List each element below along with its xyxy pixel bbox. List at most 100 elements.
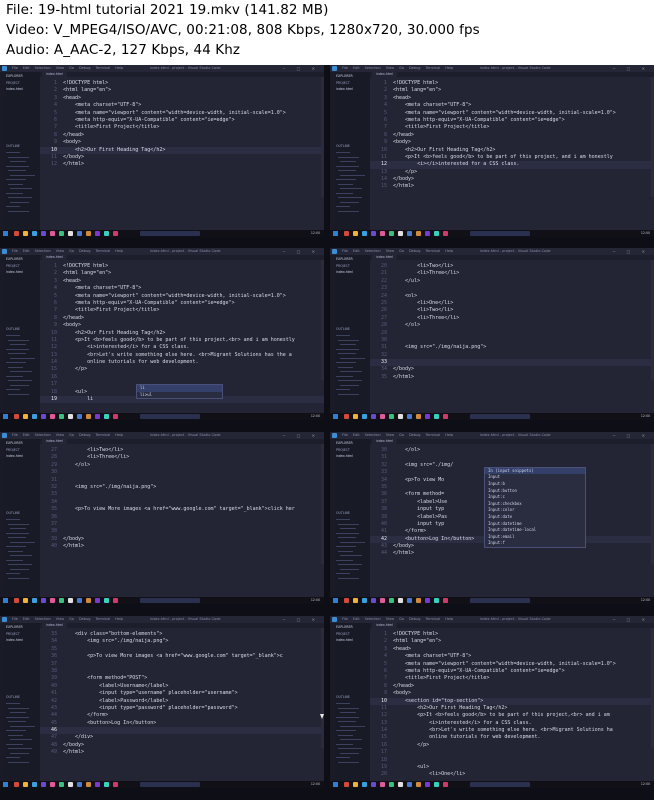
- taskbar-app-icon[interactable]: [77, 414, 82, 419]
- outline-entry[interactable]: [6, 757, 20, 759]
- code-line[interactable]: 40 <label>Username</label>: [40, 683, 324, 690]
- tab-index-html[interactable]: index.html: [42, 255, 67, 260]
- taskbar-app-icon[interactable]: [68, 782, 73, 787]
- outline-entry[interactable]: [6, 362, 26, 364]
- menu-item[interactable]: Go: [399, 433, 404, 437]
- outline-entry[interactable]: [8, 210, 29, 212]
- tab-index-html[interactable]: index.html: [372, 439, 397, 444]
- window-controls[interactable]: ─ □ ✕: [283, 433, 320, 438]
- code-area[interactable]: 33 <div class="bottom-elements"> 34 <img …: [40, 631, 324, 757]
- taskbar-app-icon[interactable]: [443, 231, 448, 236]
- outline-entry[interactable]: [6, 179, 26, 181]
- outline-heading[interactable]: OUTLINE: [336, 511, 350, 515]
- code-area[interactable]: 1 <!DOCTYPE html> 2 <html lang="en"> 3 <head>…: [40, 263, 324, 404]
- code-line[interactable]: 7 <title>First Project</title>: [370, 124, 654, 131]
- file-item[interactable]: index.html: [6, 270, 23, 274]
- file-item[interactable]: index.html: [336, 454, 353, 458]
- taskbar-app-icon[interactable]: [398, 231, 403, 236]
- outline-entry[interactable]: [340, 568, 359, 570]
- outline-entry[interactable]: [340, 752, 359, 754]
- code-line[interactable]: 1 <!DOCTYPE html>: [370, 631, 654, 638]
- code-line[interactable]: 13 </p>: [370, 169, 654, 176]
- outline-entry[interactable]: [8, 734, 23, 736]
- code-line[interactable]: 44 </form>: [40, 712, 324, 719]
- menu-item[interactable]: Go: [69, 249, 74, 253]
- code-line[interactable]: 42 <label>Password</label>: [40, 698, 324, 705]
- code-line[interactable]: 8 </head>: [40, 315, 324, 322]
- taskbar-app-icon[interactable]: [371, 414, 376, 419]
- outline-heading[interactable]: OUTLINE: [6, 511, 20, 515]
- start-icon[interactable]: [333, 598, 338, 603]
- outline-entry[interactable]: [338, 366, 353, 368]
- file-item[interactable]: index.html: [6, 87, 23, 91]
- code-line[interactable]: 3 <head>: [40, 278, 324, 285]
- menu-item[interactable]: Debug: [409, 617, 421, 621]
- outline-entry[interactable]: [8, 537, 26, 539]
- code-line[interactable]: 6 <meta http-equiv="X-UA-Compatible" con…: [370, 117, 654, 124]
- code-line[interactable]: 2 <html lang="en">: [370, 87, 654, 94]
- taskbar-app-icon[interactable]: [371, 231, 376, 236]
- project-folder[interactable]: PROJECT: [6, 448, 20, 452]
- menu-item[interactable]: Help: [445, 617, 453, 621]
- code-line[interactable]: 17: [370, 749, 654, 756]
- file-item[interactable]: index.html: [336, 87, 353, 91]
- taskbar-app-icon[interactable]: [425, 231, 430, 236]
- taskbar-app-icon[interactable]: [425, 598, 430, 603]
- menu-item[interactable]: Selection: [35, 249, 51, 253]
- editor-scrollbar[interactable]: [321, 628, 324, 748]
- taskbar-app-icon[interactable]: [416, 414, 421, 419]
- code-line[interactable]: 3 <head>: [370, 646, 654, 653]
- project-folder[interactable]: PROJECT: [336, 632, 350, 636]
- tab-index-html[interactable]: index.html: [372, 623, 397, 628]
- taskbar-app-icon[interactable]: [407, 414, 412, 419]
- code-line[interactable]: 2 <html lang="en">: [40, 270, 324, 277]
- outline-entry[interactable]: [10, 201, 29, 203]
- code-line[interactable]: 47 </div>: [40, 734, 324, 741]
- outline-entry[interactable]: [338, 339, 359, 341]
- menu-item[interactable]: Debug: [79, 617, 91, 621]
- code-line[interactable]: 2 <html lang="en">: [40, 87, 324, 94]
- start-icon[interactable]: [3, 782, 8, 787]
- menu-item[interactable]: Help: [445, 433, 453, 437]
- code-line[interactable]: 20 <li>One</li>: [370, 771, 654, 778]
- taskbar-app-icon[interactable]: [353, 782, 358, 787]
- menu-item[interactable]: File: [342, 617, 348, 621]
- taskbar-app-icon[interactable]: [380, 231, 385, 236]
- outline-entry[interactable]: [336, 165, 359, 167]
- outline-entry[interactable]: [10, 739, 32, 741]
- taskbar-app-icon[interactable]: [86, 414, 91, 419]
- outline-entry[interactable]: [340, 161, 356, 163]
- taskbar-app-icon[interactable]: [104, 598, 109, 603]
- code-line[interactable]: 32 <img src="./img/naija.png">: [40, 484, 324, 491]
- outline-entry[interactable]: [6, 335, 20, 337]
- autocomplete-item[interactable]: Input:datetime: [485, 521, 585, 528]
- taskbar-app-icon[interactable]: [32, 414, 37, 419]
- menu-item[interactable]: Selection: [365, 66, 381, 70]
- taskbar-app-icon[interactable]: [95, 598, 100, 603]
- tab-index-html[interactable]: index.html: [42, 439, 67, 444]
- outline-entry[interactable]: [338, 380, 362, 382]
- taskbar-open-window[interactable]: [470, 231, 530, 236]
- outline-entry[interactable]: [6, 532, 29, 534]
- code-line[interactable]: 5 <meta name="viewport" content="width=d…: [40, 293, 324, 300]
- menu-item[interactable]: Edit: [23, 433, 30, 437]
- taskbar-app-icon[interactable]: [380, 598, 385, 603]
- outline-entry[interactable]: [340, 371, 362, 373]
- taskbar-app-icon[interactable]: [371, 782, 376, 787]
- outline-entry[interactable]: [8, 721, 26, 723]
- menu-item[interactable]: Go: [399, 249, 404, 253]
- code-line[interactable]: 12 <p>It <b>feels good</b> to be part of…: [370, 712, 654, 719]
- outline-entry[interactable]: [338, 734, 353, 736]
- code-line[interactable]: 49 </html>: [40, 749, 324, 756]
- outline-entry[interactable]: [336, 362, 356, 364]
- window-controls[interactable]: ─ □ ✕: [283, 249, 320, 254]
- outline-entry[interactable]: [338, 210, 359, 212]
- code-line[interactable]: 12 <i>interested</i> for a CSS class.: [40, 344, 324, 351]
- code-line[interactable]: 23: [370, 285, 654, 292]
- menu-item[interactable]: Terminal: [425, 617, 440, 621]
- code-line[interactable]: 12 </html>: [40, 161, 324, 168]
- menu-item[interactable]: Debug: [79, 433, 91, 437]
- code-line[interactable]: 27 <li>Three</li>: [370, 315, 654, 322]
- menu-item[interactable]: File: [12, 433, 18, 437]
- taskbar-app-icon[interactable]: [398, 414, 403, 419]
